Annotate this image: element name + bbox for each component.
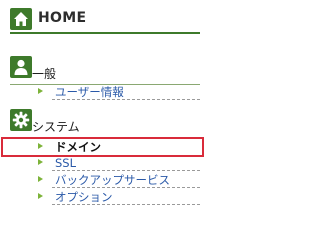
item-divider — [52, 187, 200, 188]
sidebar-item-options[interactable]: オプション — [0, 190, 207, 205]
person-icon — [10, 56, 32, 78]
sidebar-item-backup-service[interactable]: バックアップサービス — [0, 173, 207, 188]
sidebar-item-ssl[interactable]: SSL — [0, 156, 207, 171]
sidebar-item-label: オプション — [55, 190, 113, 204]
home-label: HOME — [38, 10, 87, 26]
section-system: システム — [10, 109, 202, 134]
sidebar-item-domain[interactable]: ドメイン — [0, 140, 207, 155]
section-general: 一般 — [10, 56, 202, 85]
item-divider — [52, 99, 200, 100]
item-divider — [52, 170, 200, 171]
sidebar-item-label: SSL — [55, 156, 77, 170]
section-system-label: システム — [32, 120, 80, 134]
arrow-right-icon — [38, 88, 43, 94]
house-icon — [10, 8, 32, 30]
section-general-label: 一般 — [32, 67, 57, 81]
gear-icon — [10, 109, 32, 131]
sidebar-item-label: バックアップサービス — [55, 173, 170, 187]
sidebar-nav: HOME 一般 ユーザー情報 システム ドメイン SSL バックアップサービス … — [0, 0, 207, 210]
arrow-right-icon — [38, 159, 43, 165]
home-link[interactable]: HOME — [10, 8, 202, 34]
sidebar-item-label: ドメイン — [55, 140, 101, 154]
sidebar-item-user-info[interactable]: ユーザー情報 — [0, 85, 207, 100]
arrow-right-icon — [38, 176, 43, 182]
arrow-right-icon — [38, 143, 43, 149]
sidebar-item-label: ユーザー情報 — [55, 85, 124, 99]
home-divider — [10, 32, 200, 34]
item-divider — [52, 204, 200, 205]
arrow-right-icon — [38, 193, 43, 199]
